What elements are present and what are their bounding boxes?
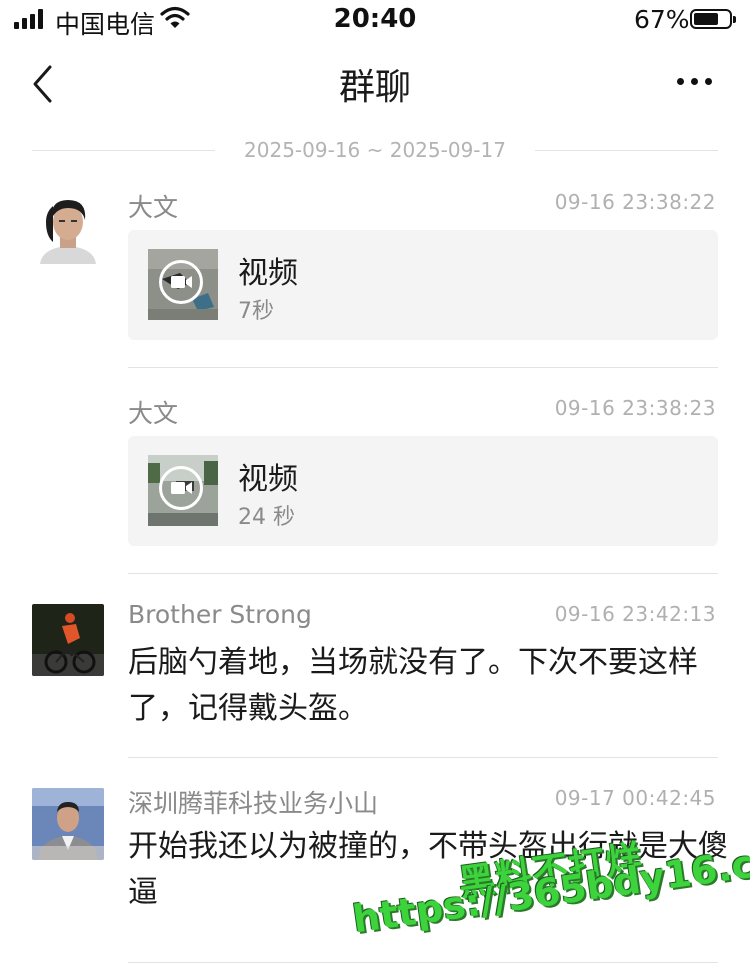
battery-icon <box>690 9 736 29</box>
message-divider <box>128 573 718 574</box>
status-bar: 中国电信 20:40 67% <box>0 0 750 42</box>
video-thumbnail <box>148 455 218 526</box>
message-divider <box>128 757 718 758</box>
battery-percent: 67% <box>634 5 690 34</box>
message-time: 09-17 00:42:45 <box>554 786 716 810</box>
divider-right <box>535 150 718 151</box>
sender-name: Brother Strong <box>128 600 312 629</box>
avatar[interactable] <box>32 192 104 264</box>
message-time: 09-16 23:38:23 <box>554 396 716 420</box>
avatar[interactable] <box>32 788 104 860</box>
avatar[interactable] <box>32 604 104 676</box>
sender-name: 深圳腾菲科技业务小山 <box>128 789 379 818</box>
sender-name: 大文 <box>128 193 179 222</box>
message-time: 09-16 23:42:13 <box>554 602 716 626</box>
video-camera-icon <box>159 260 203 304</box>
video-camera-icon <box>159 466 203 510</box>
message-divider <box>128 962 718 963</box>
message-divider <box>128 367 718 368</box>
sender-name: 大文 <box>128 399 179 428</box>
video-label: 视频 <box>238 462 298 497</box>
message-time: 09-16 23:38:22 <box>554 190 716 214</box>
video-message-card[interactable]: 视频 7秒 <box>128 230 718 340</box>
page-title: 群聊 <box>338 67 411 108</box>
video-duration: 7秒 <box>238 299 274 324</box>
video-thumbnail <box>148 249 218 320</box>
video-label: 视频 <box>238 256 298 291</box>
video-duration: 24 秒 <box>238 505 295 530</box>
message-text: 后脑勺着地，当场就没有了。下次不要这样了，记得戴头盔。 <box>128 645 698 726</box>
video-message-card[interactable]: 视频 24 秒 <box>128 436 718 546</box>
more-options-icon[interactable] <box>675 72 715 92</box>
